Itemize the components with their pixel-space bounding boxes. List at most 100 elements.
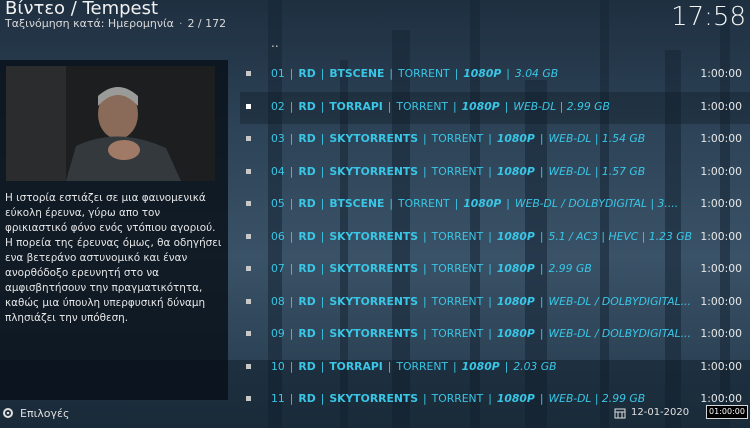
duration: 1:00:00 [700, 99, 742, 113]
pipe-separator: | [488, 164, 492, 178]
debrid-service: RD [298, 67, 316, 80]
pipe-separator: | [454, 197, 459, 210]
list-item[interactable]: 02 | RD | TORRAPI | TORRENT | 1080P | WEB-DL | 2.9… [240, 91, 750, 124]
pipe-separator: | [320, 359, 325, 373]
calendar-icon [614, 408, 626, 419]
file-details: 2.03 GB [513, 359, 557, 373]
pipe-separator: | [389, 197, 394, 210]
debrid-service: RD [298, 327, 316, 340]
pipe-separator: | [320, 132, 325, 145]
debrid-service: RD [298, 229, 316, 243]
list-item[interactable]: 03 | RD | SKYTORRENTS | TORRENT | 1080P | WEB-DL |… [240, 124, 750, 156]
duration: 1:00:00 [700, 327, 742, 340]
pipe-separator: | [423, 164, 427, 178]
list-item[interactable]: 08 | RD | SKYTORRENTS | TORRENT | 1080P | WEB-DL /… [240, 287, 750, 319]
options-button[interactable]: Επιλογές [20, 407, 69, 420]
file-details: WEB-DL | 1.57 GB [548, 164, 646, 178]
file-details: WEB-DL | 1.54 GB [548, 132, 646, 145]
pipe-separator: | [539, 327, 544, 340]
list-item[interactable]: 01 | RD | BTSCENE | TORRENT | 1080P | 3.04 GB 1:00:… [240, 59, 750, 91]
plot-text: Η ιστορία εστιάζει σε μια φαινομενικά εύ… [5, 192, 222, 324]
bullet-icon [246, 71, 251, 76]
pipe-separator: | [289, 229, 294, 243]
pipe-separator: | [289, 262, 294, 275]
tracker-name: TORRAPI [329, 359, 383, 373]
list-item[interactable]: 04 | RD | SKYTORRENTS | TORRENT | 1080P | WEB-DL |… [240, 157, 750, 189]
list-item[interactable]: 10 | RD | TORRAPI | TORRENT | 1080P | 2.03 GB 1:00:… [240, 352, 750, 384]
source-label: 05 | RD | BTSCENE | TORRENT | 1080P | WEB-DL / DOL… [271, 197, 701, 210]
source-type: TORRENT [431, 262, 484, 275]
source-type: TORRENT [398, 67, 450, 80]
tracker-name: SKYTORRENTS [329, 164, 418, 178]
pipe-separator: | [423, 229, 427, 243]
list-item[interactable]: 05 | RD | BTSCENE | TORRENT | 1080P | WEB-DL / DOL… [240, 189, 750, 221]
pipe-separator: | [289, 99, 294, 113]
file-details: WEB-DL / DOLBYDIGITAL | 3.... [514, 197, 679, 210]
pipe-separator: | [389, 67, 394, 80]
item-number: 05 [271, 197, 285, 210]
list-item[interactable]: 09 | RD | SKYTORRENTS | TORRENT | 1080P | WEB-DL /… [240, 319, 750, 351]
item-number: 06 [271, 229, 285, 243]
tracker-name: BTSCENE [329, 67, 385, 80]
bullet-icon [246, 331, 251, 336]
debrid-service: RD [298, 164, 316, 178]
pipe-separator: | [506, 197, 510, 210]
list-item[interactable]: 07 | RD | SKYTORRENTS | TORRENT | 1080P | 2.99 GB 1… [240, 254, 750, 286]
info-panel: Η ιστορία εστιάζει σε μια φαινομενικά εύ… [0, 60, 228, 400]
debrid-service: RD [298, 132, 316, 145]
list-item[interactable]: 06 | RD | SKYTORRENTS | TORRENT | 1080P | 5.1 / AC… [240, 222, 750, 254]
source-label: 04 | RD | SKYTORRENTS | TORRENT | 1080P | WEB-DL |… [271, 165, 701, 178]
duration-badge: 01:00:00 [706, 405, 748, 419]
pipe-separator: | [539, 294, 544, 308]
tracker-name: SKYTORRENTS [329, 294, 418, 308]
file-details: 2.99 GB [548, 262, 592, 275]
resolution: 1080P [496, 327, 535, 340]
pipe-separator: | [320, 294, 325, 308]
bullet-icon [246, 266, 251, 271]
duration: 1:00:00 [700, 229, 742, 243]
footer-bar: Επιλογές 12-01-2020 01:00:00 [0, 402, 750, 428]
source-type: TORRENT [431, 294, 484, 308]
sort-label[interactable]: Ταξινόμηση κατά: Ημερομηνία [5, 17, 174, 30]
pipe-separator: | [453, 359, 457, 373]
source-label: 02 | RD | TORRAPI | TORRENT | 1080P | WEB-DL | 2.9… [271, 100, 701, 113]
item-number: 04 [271, 164, 285, 178]
item-number: 01 [271, 67, 285, 80]
debrid-service: RD [298, 262, 316, 275]
tracker-name: BTSCENE [329, 197, 385, 210]
item-number: 08 [271, 294, 285, 308]
duration: 1:00:00 [700, 262, 742, 275]
pipe-separator: | [488, 229, 492, 243]
parent-folder-item[interactable]: .. [271, 36, 279, 50]
pipe-separator: | [423, 262, 427, 275]
source-type: TORRENT [431, 229, 484, 243]
pipe-separator: | [320, 262, 325, 275]
gear-icon[interactable] [2, 407, 14, 419]
item-number: 03 [271, 132, 285, 145]
resolution: 1080P [496, 229, 535, 243]
duration: 1:00:00 [700, 132, 742, 145]
resolution: 1080P [463, 67, 502, 80]
pipe-separator: | [289, 359, 294, 373]
bullet-icon [246, 136, 251, 141]
item-position: 2 / 172 [187, 17, 227, 30]
pipe-separator: | [289, 132, 294, 145]
pipe-separator: | [387, 359, 392, 373]
source-type: TORRENT [431, 327, 484, 340]
pipe-separator: | [506, 67, 510, 80]
pipe-separator: | [454, 67, 459, 80]
tracker-name: SKYTORRENTS [329, 327, 418, 340]
tracker-name: SKYTORRENTS [329, 132, 418, 145]
duration: 1:00:00 [700, 67, 742, 80]
sort-info: Ταξινόμηση κατά: Ημερομηνία · 2 / 172 [5, 17, 226, 30]
pipe-separator: | [320, 67, 325, 80]
source-type: TORRENT [396, 99, 449, 113]
pipe-separator: | [488, 132, 492, 145]
tracker-name: SKYTORRENTS [329, 262, 418, 275]
duration: 1:00:00 [700, 197, 742, 210]
file-details: WEB-DL | 2.99 GB [513, 99, 610, 113]
pipe-separator: | [289, 294, 294, 308]
duration: 1:00:00 [700, 359, 742, 373]
source-label: 07 | RD | SKYTORRENTS | TORRENT | 1080P | 2.99 GB [271, 262, 701, 275]
source-type: TORRENT [431, 132, 484, 145]
